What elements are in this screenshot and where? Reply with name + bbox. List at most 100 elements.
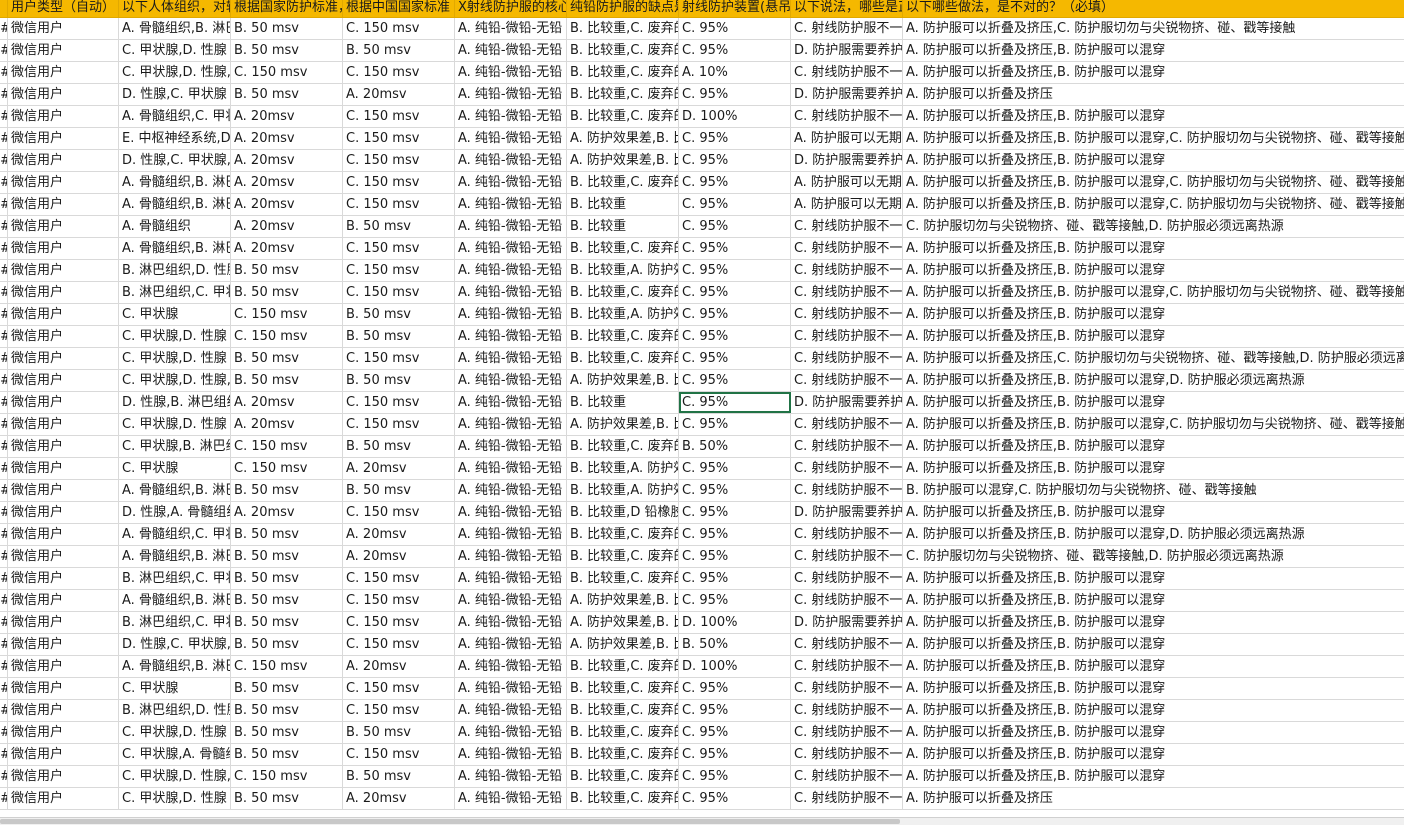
table-cell-user-type[interactable]: 微信用户 xyxy=(8,788,119,809)
table-cell-q8[interactable]: A. 防护服可以折叠及挤压,B. 防护服可以混穿 xyxy=(903,634,1404,655)
table-cell-q2[interactable]: B. 50 msv xyxy=(231,700,343,721)
row-marker-cell[interactable]: # xyxy=(0,700,8,721)
table-cell-q2[interactable]: A. 20msv xyxy=(231,128,343,149)
table-cell-q4[interactable]: A. 纯铅-微铅-无铅 xyxy=(455,172,567,193)
row-marker-cell[interactable]: # xyxy=(0,282,8,303)
table-cell-q1[interactable]: C. 甲状腺 xyxy=(119,304,231,325)
column-header-q8[interactable]: 以下哪些做法，是不对的？（必填） xyxy=(903,0,1404,17)
table-cell-q2[interactable]: B. 50 msv xyxy=(231,590,343,611)
table-cell-q1[interactable]: C. 甲状腺,D. 性腺,A xyxy=(119,62,231,83)
table-cell-q2[interactable]: B. 50 msv xyxy=(231,788,343,809)
table-cell-q8[interactable]: A. 防护服可以折叠及挤压,C. 防护服切勿与尖锐物挤、碰、戳等接触 xyxy=(903,18,1404,39)
table-cell-q1[interactable]: C. 甲状腺,D. 性腺 xyxy=(119,722,231,743)
table-cell-q1[interactable]: E. 中枢神经系统,D. xyxy=(119,128,231,149)
table-cell-q7[interactable]: C. 射线防护服不一 xyxy=(791,62,903,83)
table-cell-q4[interactable]: A. 纯铅-微铅-无铅 xyxy=(455,106,567,127)
table-cell-q2[interactable]: A. 20msv xyxy=(231,194,343,215)
table-cell-q4[interactable]: A. 纯铅-微铅-无铅 xyxy=(455,40,567,61)
table-cell-user-type[interactable]: 微信用户 xyxy=(8,568,119,589)
table-cell-q4[interactable]: A. 纯铅-微铅-无铅 xyxy=(455,326,567,347)
table-cell-q5[interactable]: B. 比较重 xyxy=(567,216,679,237)
table-cell-q7[interactable]: C. 射线防护服不一 xyxy=(791,348,903,369)
table-cell-q1[interactable]: A. 骨髓组织,B. 淋巴 xyxy=(119,656,231,677)
table-cell-q7[interactable]: C. 射线防护服不一 xyxy=(791,700,903,721)
table-cell-q7[interactable]: C. 射线防护服不一 xyxy=(791,18,903,39)
table-cell-q4[interactable]: A. 纯铅-微铅-无铅 xyxy=(455,62,567,83)
row-marker-cell[interactable]: # xyxy=(0,304,8,325)
table-cell-q8[interactable]: A. 防护服可以折叠及挤压,B. 防护服可以混穿 xyxy=(903,238,1404,259)
row-marker-cell[interactable]: # xyxy=(0,326,8,347)
table-cell-q6[interactable]: D. 100% xyxy=(679,612,791,633)
table-cell-q1[interactable]: A. 骨髓组织,C. 甲状 xyxy=(119,524,231,545)
table-cell-q8[interactable]: A. 防护服可以折叠及挤压,B. 防护服可以混穿 xyxy=(903,40,1404,61)
table-cell-q1[interactable]: B. 淋巴组织,C. 甲状 xyxy=(119,282,231,303)
row-marker-cell[interactable]: # xyxy=(0,18,8,39)
table-cell-q3[interactable]: A. 20msv xyxy=(343,458,455,479)
table-cell-user-type[interactable]: 微信用户 xyxy=(8,106,119,127)
table-cell-user-type[interactable]: 微信用户 xyxy=(8,370,119,391)
row-marker-cell[interactable]: # xyxy=(0,502,8,523)
table-cell-q1[interactable]: D. 性腺,A. 骨髓组织 xyxy=(119,502,231,523)
table-cell-q2[interactable]: B. 50 msv xyxy=(231,568,343,589)
column-header-q7[interactable]: 以下说法，哪些是正 xyxy=(791,0,903,17)
table-cell-q8[interactable]: A. 防护服可以折叠及挤压,B. 防护服可以混穿 xyxy=(903,766,1404,787)
table-cell-q5[interactable]: B. 比较重,C. 废弃的 xyxy=(567,18,679,39)
table-cell-q8[interactable]: A. 防护服可以折叠及挤压,B. 防护服可以混穿 xyxy=(903,436,1404,457)
table-cell-q1[interactable]: A. 骨髓组织,B. 淋巴 xyxy=(119,546,231,567)
table-cell-q3[interactable]: A. 20msv xyxy=(343,788,455,809)
row-marker-cell[interactable]: # xyxy=(0,172,8,193)
table-cell-q1[interactable]: A. 骨髓组织,C. 甲状 xyxy=(119,106,231,127)
column-header-user-type[interactable]: 用户类型（自动） xyxy=(8,0,119,17)
table-cell-q7[interactable]: C. 射线防护服不一 xyxy=(791,370,903,391)
row-marker-cell[interactable]: # xyxy=(0,436,8,457)
table-cell-q6[interactable]: D. 100% xyxy=(679,656,791,677)
table-cell-q5[interactable]: A. 防护效果差,B. 比 xyxy=(567,150,679,171)
table-cell-q7[interactable]: C. 射线防护服不一 xyxy=(791,744,903,765)
table-cell-q5[interactable]: B. 比较重,C. 废弃的 xyxy=(567,546,679,567)
table-cell-q6[interactable]: C. 95% xyxy=(679,194,791,215)
table-cell-user-type[interactable]: 微信用户 xyxy=(8,766,119,787)
table-cell-q5[interactable]: A. 防护效果差,B. 比 xyxy=(567,634,679,655)
table-cell-q6[interactable]: B. 50% xyxy=(679,634,791,655)
table-cell-q3[interactable]: A. 20msv xyxy=(343,524,455,545)
row-marker-cell[interactable]: # xyxy=(0,722,8,743)
table-cell-q7[interactable]: C. 射线防护服不一 xyxy=(791,524,903,545)
selected-cell[interactable]: C. 95% xyxy=(679,392,791,413)
table-cell-q6[interactable]: C. 95% xyxy=(679,722,791,743)
table-cell-q7[interactable]: C. 射线防护服不一 xyxy=(791,634,903,655)
table-cell-q4[interactable]: A. 纯铅-微铅-无铅 xyxy=(455,238,567,259)
table-cell-q2[interactable]: C. 150 msv xyxy=(231,766,343,787)
table-cell-q1[interactable]: D. 性腺,C. 甲状腺,A xyxy=(119,150,231,171)
table-cell-q2[interactable]: B. 50 msv xyxy=(231,348,343,369)
table-cell-q2[interactable]: B. 50 msv xyxy=(231,282,343,303)
table-cell-q1[interactable]: C. 甲状腺,D. 性腺,A xyxy=(119,766,231,787)
table-cell-q8[interactable]: A. 防护服可以折叠及挤压 xyxy=(903,84,1404,105)
table-cell-q5[interactable]: B. 比较重,C. 废弃的 xyxy=(567,766,679,787)
table-cell-q8[interactable]: A. 防护服可以折叠及挤压,B. 防护服可以混穿 xyxy=(903,106,1404,127)
table-cell-q3[interactable]: C. 150 msv xyxy=(343,568,455,589)
table-cell-q7[interactable]: D. 防护服需要养护 xyxy=(791,612,903,633)
table-cell-q2[interactable]: C. 150 msv xyxy=(231,458,343,479)
row-marker-cell[interactable]: # xyxy=(0,612,8,633)
table-cell-q4[interactable]: A. 纯铅-微铅-无铅 xyxy=(455,18,567,39)
column-header-q6[interactable]: 射线防护装置(悬吊 xyxy=(679,0,791,17)
table-cell-user-type[interactable]: 微信用户 xyxy=(8,436,119,457)
table-cell-q7[interactable]: D. 防护服需要养护 xyxy=(791,150,903,171)
table-cell-q6[interactable]: C. 95% xyxy=(679,370,791,391)
table-cell-user-type[interactable]: 微信用户 xyxy=(8,634,119,655)
table-cell-q2[interactable]: C. 150 msv xyxy=(231,62,343,83)
table-cell-q2[interactable]: C. 150 msv xyxy=(231,656,343,677)
table-cell-q1[interactable]: A. 骨髓组织,B. 淋巴 xyxy=(119,238,231,259)
table-cell-q6[interactable]: C. 95% xyxy=(679,524,791,545)
table-cell-q5[interactable]: B. 比较重,C. 废弃的 xyxy=(567,524,679,545)
table-cell-user-type[interactable]: 微信用户 xyxy=(8,678,119,699)
table-cell-q8[interactable]: A. 防护服可以折叠及挤压,B. 防护服可以混穿 xyxy=(903,326,1404,347)
table-cell-user-type[interactable]: 微信用户 xyxy=(8,18,119,39)
table-cell-q8[interactable]: A. 防护服可以折叠及挤压,B. 防护服可以混穿,C. 防护服切勿与尖锐物挤、碰… xyxy=(903,128,1404,149)
table-cell-q8[interactable]: A. 防护服可以折叠及挤压,B. 防护服可以混穿 xyxy=(903,458,1404,479)
table-cell-q6[interactable]: D. 100% xyxy=(679,106,791,127)
row-marker-cell[interactable]: # xyxy=(0,84,8,105)
table-cell-q3[interactable]: A. 20msv xyxy=(343,546,455,567)
table-cell-q3[interactable]: C. 150 msv xyxy=(343,414,455,435)
table-cell-q4[interactable]: A. 纯铅-微铅-无铅 xyxy=(455,414,567,435)
